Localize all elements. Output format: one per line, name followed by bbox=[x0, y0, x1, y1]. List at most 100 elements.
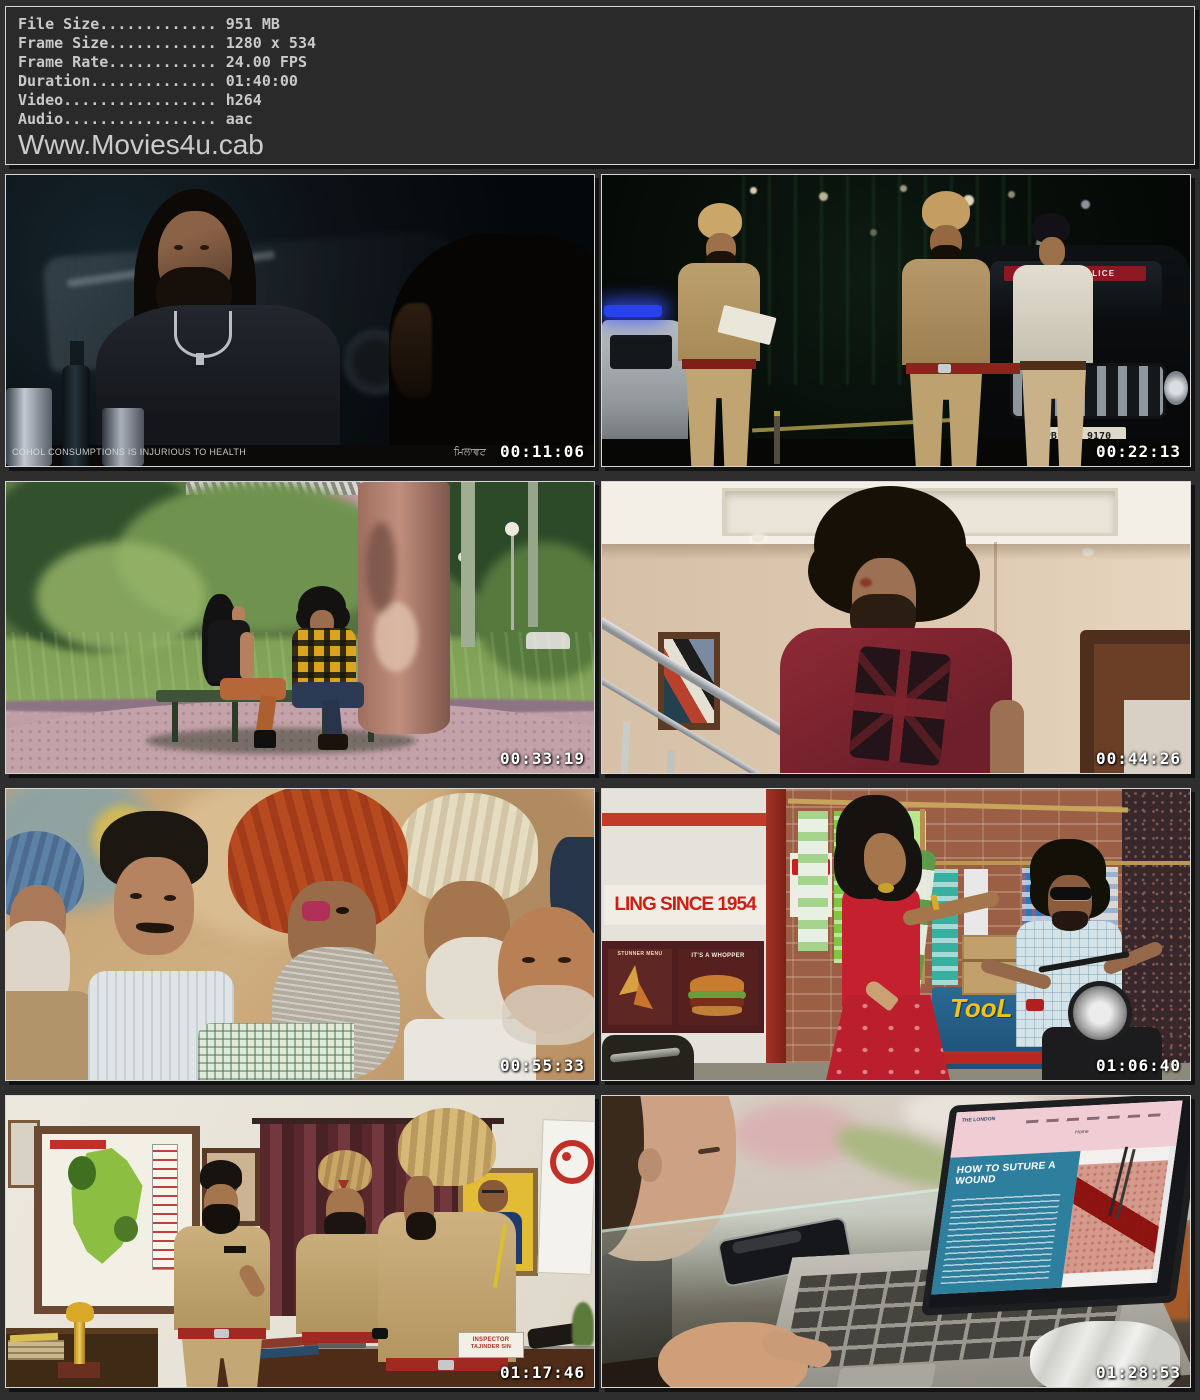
man-eyes bbox=[174, 245, 183, 250]
timestamp: 00:44:26 bbox=[1096, 751, 1181, 767]
emblem-center bbox=[562, 1152, 571, 1161]
speaker-eye bbox=[336, 907, 349, 914]
media-info-header: File Size............. 951 MB Frame Size… bbox=[5, 6, 1195, 165]
face-bruise bbox=[860, 578, 872, 587]
screenshot-7-office-scene: INSPECTOR TAJINDER SIN 01:17:46 bbox=[5, 1095, 595, 1388]
trunk-bark-patch bbox=[374, 602, 418, 672]
info-value: 1280 x 534 bbox=[226, 34, 316, 52]
info-row-framerate: Frame Rate............ 24.00 FPS bbox=[18, 53, 1194, 72]
timestamp: 00:22:13 bbox=[1096, 444, 1181, 460]
tshirt-flag-print bbox=[848, 645, 951, 766]
policeman-2-belt bbox=[906, 363, 1020, 374]
screenshot-5-crowd-scene: 00:55:33 bbox=[5, 788, 595, 1081]
info-value: 951 MB bbox=[226, 15, 280, 33]
lamp-post bbox=[511, 534, 514, 630]
screenshot-4-indoor-scene: 00:44:26 bbox=[601, 481, 1191, 774]
hanging-sachets bbox=[798, 811, 828, 951]
wrist-watch bbox=[372, 1328, 388, 1339]
info-row-duration: Duration.............. 01:40:00 bbox=[18, 72, 1194, 91]
policeman-1-belt bbox=[682, 359, 756, 369]
timestamp: 00:11:06 bbox=[500, 444, 585, 460]
suv-headlight bbox=[1164, 371, 1188, 405]
police-emblem bbox=[550, 1140, 594, 1184]
poster-text: STUNNER MENU bbox=[610, 951, 670, 957]
info-label: Duration.............. bbox=[18, 72, 217, 90]
woman-arm bbox=[240, 632, 254, 680]
info-row-framesize: Frame Size............ 1280 x 534 bbox=[18, 34, 1194, 53]
screenshot-8-laptop-scene: THE LONDON Home HOW TO SUTURE A WOUND 01… bbox=[601, 1095, 1191, 1388]
civilian-face bbox=[1039, 237, 1065, 267]
police-beacon bbox=[604, 305, 662, 317]
red-pillar bbox=[766, 789, 786, 1080]
laptop-trackpad bbox=[836, 1363, 937, 1388]
hanging-sachets bbox=[932, 869, 958, 985]
info-value: h264 bbox=[226, 91, 262, 109]
man-arm bbox=[990, 700, 1024, 773]
trunk-bark-patch bbox=[366, 522, 396, 612]
portrait-face bbox=[478, 1180, 508, 1212]
chain-pendant bbox=[196, 353, 204, 365]
belt-buckle bbox=[438, 1360, 454, 1370]
subtitle-fragment: ਮਿਲਾਵਟ bbox=[454, 448, 486, 458]
nameplate-line1: INSPECTOR bbox=[459, 1337, 523, 1344]
belt-buckle bbox=[214, 1329, 229, 1338]
street-light-bokeh bbox=[750, 187, 757, 194]
storefront-red-band bbox=[602, 813, 768, 826]
portrait-glasses bbox=[482, 1190, 504, 1193]
plant bbox=[572, 1302, 594, 1346]
cart-text: TooL bbox=[950, 995, 1013, 1021]
timestamp: 01:06:40 bbox=[1096, 1058, 1181, 1074]
info-label: Audio................. bbox=[18, 110, 217, 128]
timestamp: 00:55:33 bbox=[500, 1058, 585, 1074]
screenshot-grid: COHOL CONSUMPTIONS IS INJURIOUS TO HEALT… bbox=[5, 174, 1195, 1388]
info-value: aac bbox=[226, 110, 253, 128]
railing-baluster bbox=[621, 722, 631, 774]
officer-3-beard bbox=[406, 1212, 436, 1240]
cart-red-stripe bbox=[938, 1051, 1058, 1064]
gold-necklace bbox=[878, 883, 894, 893]
info-value: 01:40:00 bbox=[226, 72, 298, 90]
map-forest-patch bbox=[68, 1156, 96, 1190]
screenshot-2-police-scene: PUNJAB POLICE PB 230 9170 00:22:13 bbox=[601, 174, 1191, 467]
info-row-filesize: File Size............. 951 MB bbox=[18, 15, 1194, 34]
file-stack bbox=[8, 1340, 64, 1360]
timestamp: 01:17:46 bbox=[500, 1365, 585, 1381]
elder-eyes bbox=[522, 957, 535, 963]
site-watermark: Www.Movies4u.cab bbox=[18, 130, 1194, 160]
turban-underband bbox=[302, 901, 330, 921]
trophy-column bbox=[74, 1318, 85, 1364]
info-value: 24.00 FPS bbox=[226, 53, 307, 71]
timestamp: 00:33:19 bbox=[500, 751, 585, 767]
webpage-body-text bbox=[941, 1191, 1061, 1284]
white-stubble bbox=[502, 985, 595, 1045]
storefront-sign: LING SINCE 1954 bbox=[604, 885, 766, 925]
officer-1-beard bbox=[202, 1204, 240, 1234]
civilian-belt bbox=[1020, 361, 1086, 370]
info-label: Video................. bbox=[18, 91, 217, 109]
poster-text: IT'S A WHOPPER bbox=[680, 953, 756, 960]
map-title-strip bbox=[50, 1140, 106, 1149]
belt-buckle bbox=[938, 364, 951, 373]
info-label: File Size............. bbox=[18, 15, 217, 33]
thin-tree-trunk bbox=[528, 482, 538, 627]
green-check-shirt bbox=[198, 1023, 354, 1080]
officer-3-turban bbox=[398, 1108, 496, 1186]
woman-boot bbox=[254, 730, 276, 748]
timestamp: 01:28:53 bbox=[1096, 1365, 1181, 1381]
policeman-2-uniform bbox=[902, 259, 990, 365]
thin-tree-trunk bbox=[461, 482, 475, 647]
man-back-beard bbox=[390, 303, 432, 398]
lamp-globe bbox=[505, 522, 519, 536]
laptop-screen: THE LONDON Home HOW TO SUTURE A WOUND bbox=[921, 1095, 1191, 1316]
trophy-base bbox=[58, 1362, 100, 1378]
man-shoe bbox=[318, 734, 348, 750]
trophy-top bbox=[66, 1302, 94, 1322]
khaki-shoulder bbox=[5, 991, 96, 1080]
motorcycle-red-accent bbox=[1026, 999, 1044, 1011]
ceiling-spotlight bbox=[752, 534, 764, 542]
barrier-pole bbox=[774, 411, 780, 464]
screenshot-6-street-scene: LING SINCE 1954 STUNNER MENU IT'S A WHOP… bbox=[601, 788, 1191, 1081]
bench-legs bbox=[172, 702, 178, 742]
young-man-eyes bbox=[130, 893, 142, 899]
screenshot-3-park-scene: 00:33:19 bbox=[5, 481, 595, 774]
